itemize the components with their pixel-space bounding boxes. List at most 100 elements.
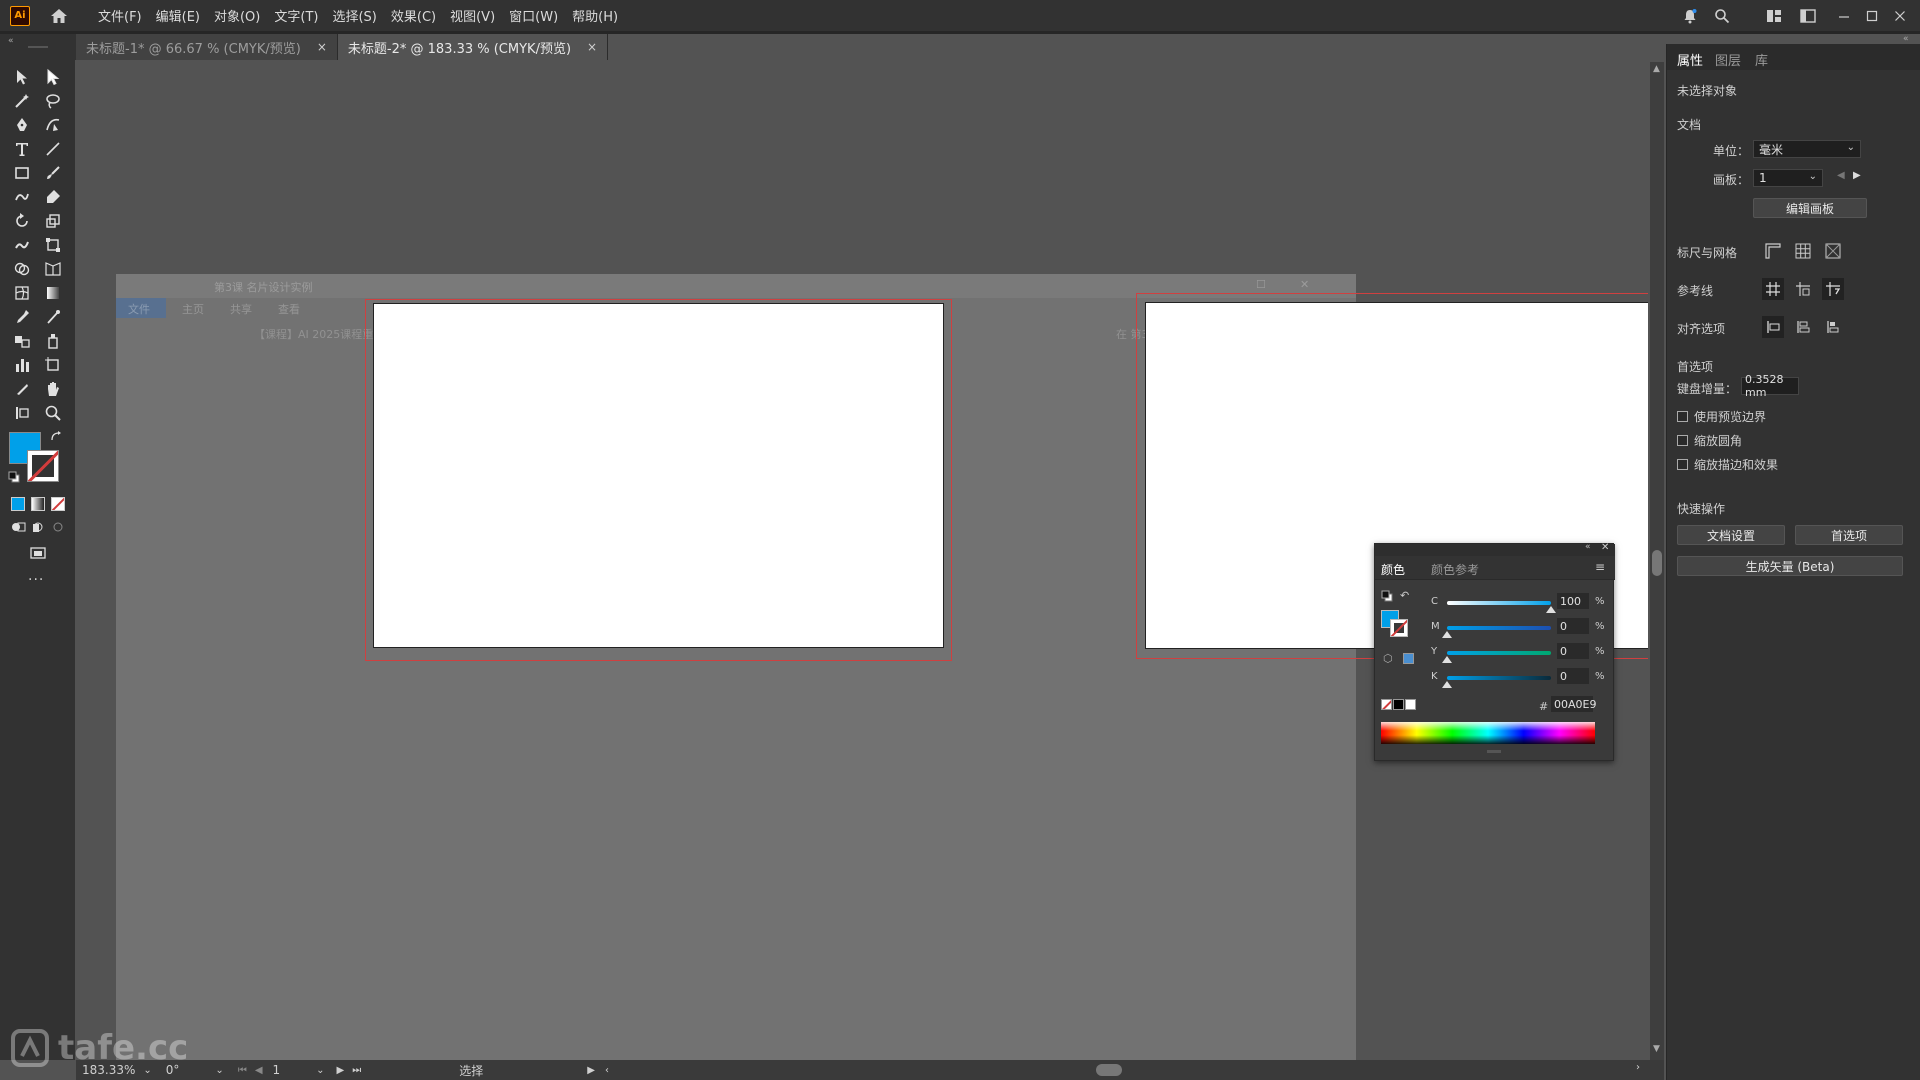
collapse-toolbar-icon[interactable]: « bbox=[8, 36, 14, 46]
slider-thumb[interactable] bbox=[1546, 606, 1556, 613]
shape-builder-tool-icon[interactable] bbox=[10, 258, 34, 280]
transparency-grid-icon[interactable] bbox=[1822, 240, 1844, 262]
color-spectrum-bar[interactable] bbox=[1381, 722, 1595, 744]
tab-properties[interactable]: 属性 bbox=[1677, 50, 1703, 69]
direct-selection-tool-icon[interactable] bbox=[41, 66, 65, 88]
free-transform-tool-icon[interactable] bbox=[41, 234, 65, 256]
generate-vectors-button[interactable]: 生成矢量 (Beta) bbox=[1677, 556, 1903, 576]
menu-file[interactable]: 文件(F) bbox=[98, 6, 142, 25]
menu-edit[interactable]: 编辑(E) bbox=[156, 6, 200, 25]
eyedropper-tool-icon[interactable] bbox=[10, 306, 34, 328]
checkbox-box[interactable] bbox=[1677, 435, 1688, 446]
default-colors-icon[interactable] bbox=[1381, 590, 1393, 605]
web-safe-color-swatch[interactable] bbox=[1403, 653, 1414, 664]
scroll-right-icon[interactable]: › bbox=[1636, 1062, 1640, 1073]
previous-artboard-icon[interactable]: ◀ bbox=[255, 1065, 263, 1076]
selection-tool-icon[interactable] bbox=[10, 66, 34, 88]
pen-tool-icon[interactable] bbox=[10, 114, 34, 136]
checkbox-box[interactable] bbox=[1677, 411, 1688, 422]
menu-view[interactable]: 视图(V) bbox=[450, 6, 495, 25]
artboard-tool-icon[interactable] bbox=[41, 354, 65, 376]
scale-corners-checkbox[interactable]: 缩放圆角 bbox=[1677, 432, 1742, 449]
eraser-tool-icon[interactable] bbox=[41, 186, 65, 208]
first-artboard-icon[interactable]: ⏮ bbox=[238, 1065, 247, 1076]
notification-bell-icon[interactable] bbox=[1680, 6, 1700, 26]
scroll-down-icon[interactable]: ▼ bbox=[1653, 1044, 1660, 1054]
scroll-up-icon[interactable]: ▲ bbox=[1653, 64, 1660, 74]
scale-strokes-effects-checkbox[interactable]: 缩放描边和效果 bbox=[1677, 456, 1778, 473]
rulers-icon[interactable] bbox=[1762, 240, 1784, 262]
swap-fill-stroke-icon[interactable] bbox=[50, 431, 62, 446]
maximize-icon[interactable] bbox=[1862, 6, 1882, 26]
menu-object[interactable]: 对象(O) bbox=[214, 6, 260, 25]
grid-icon[interactable] bbox=[1792, 240, 1814, 262]
tab-libraries[interactable]: 库 bbox=[1755, 50, 1768, 69]
arrange-documents-icon[interactable] bbox=[1798, 6, 1818, 26]
gradient-tool-icon[interactable] bbox=[41, 282, 65, 304]
screen-mode-icon[interactable] bbox=[26, 542, 50, 564]
default-fill-stroke-icon[interactable] bbox=[8, 471, 20, 486]
tab-layers[interactable]: 图层 bbox=[1715, 50, 1741, 69]
lasso-tool-icon[interactable] bbox=[41, 90, 65, 112]
slider-track[interactable] bbox=[1447, 651, 1551, 655]
print-tiling-tool-icon[interactable] bbox=[10, 402, 34, 424]
yellow-value-input[interactable]: 0 bbox=[1557, 643, 1589, 659]
line-segment-tool-icon[interactable] bbox=[41, 138, 65, 160]
artboard-1[interactable] bbox=[373, 303, 944, 648]
smart-guides-icon[interactable] bbox=[1792, 278, 1814, 300]
preferences-button[interactable]: 首选项 bbox=[1795, 525, 1903, 545]
color-mode-icon[interactable] bbox=[11, 497, 25, 511]
menu-window[interactable]: 窗口(W) bbox=[509, 6, 558, 25]
toolbar-grip[interactable] bbox=[28, 46, 48, 48]
close-window-icon[interactable] bbox=[1890, 6, 1910, 26]
menu-select[interactable]: 选择(S) bbox=[332, 6, 376, 25]
slider-track[interactable] bbox=[1447, 626, 1551, 630]
rotate-tool-icon[interactable] bbox=[10, 210, 34, 232]
perspective-grid-tool-icon[interactable] bbox=[41, 258, 65, 280]
swap-colors-icon[interactable]: ↶ bbox=[1400, 589, 1409, 602]
expand-panel-icon[interactable]: « bbox=[1903, 34, 1909, 44]
type-tool-icon[interactable] bbox=[10, 138, 34, 160]
slider-thumb[interactable] bbox=[1442, 631, 1452, 638]
edit-artboards-button[interactable]: 编辑画板 bbox=[1753, 198, 1867, 218]
measure-tool-icon[interactable] bbox=[41, 306, 65, 328]
align-to-key-object-icon[interactable] bbox=[1792, 316, 1814, 338]
search-icon[interactable] bbox=[1712, 6, 1732, 26]
menu-effect[interactable]: 效果(C) bbox=[391, 6, 436, 25]
none-mode-icon[interactable] bbox=[51, 497, 65, 511]
paintbrush-tool-icon[interactable] bbox=[41, 162, 65, 184]
slider-track[interactable] bbox=[1447, 676, 1551, 680]
cyan-value-input[interactable]: 100 bbox=[1557, 593, 1589, 609]
lock-guides-icon[interactable] bbox=[1822, 278, 1844, 300]
home-icon[interactable] bbox=[48, 5, 70, 27]
symbol-sprayer-tool-icon[interactable] bbox=[41, 330, 65, 352]
slice-tool-icon[interactable] bbox=[10, 378, 34, 400]
magic-wand-tool-icon[interactable] bbox=[10, 90, 34, 112]
magenta-value-input[interactable]: 0 bbox=[1557, 618, 1589, 634]
black-value-input[interactable]: 0 bbox=[1557, 668, 1589, 684]
mesh-tool-icon[interactable] bbox=[10, 282, 34, 304]
artboard-number[interactable]: 1 bbox=[273, 1063, 281, 1077]
previous-artboard-icon[interactable]: ◀ bbox=[1837, 170, 1845, 181]
align-to-artboard-icon[interactable] bbox=[1822, 316, 1844, 338]
out-of-gamut-icon[interactable]: ⬡ bbox=[1383, 652, 1393, 665]
next-artboard-icon[interactable]: ▶ bbox=[337, 1065, 345, 1076]
edit-toolbar-icon[interactable]: ··· bbox=[28, 572, 44, 588]
canvas[interactable]: 第3课 名片设计实例 ☐ ✕ 文件 主页 共享 查看 【课程】AI 2025课程… bbox=[76, 62, 1648, 1060]
close-panel-icon[interactable]: ✕ bbox=[1601, 542, 1609, 553]
blend-tool-icon[interactable] bbox=[10, 330, 34, 352]
chevron-down-icon[interactable]: ⌄ bbox=[215, 1065, 223, 1076]
next-artboard-icon[interactable]: ▶ bbox=[1853, 170, 1861, 181]
tab-color-guide[interactable]: 颜色参考 bbox=[1431, 561, 1479, 578]
vertical-scroll-thumb[interactable] bbox=[1652, 550, 1662, 576]
column-graph-tool-icon[interactable] bbox=[10, 354, 34, 376]
scale-tool-icon[interactable] bbox=[41, 210, 65, 232]
menu-help[interactable]: 帮助(H) bbox=[572, 6, 618, 25]
horizontal-scroll-thumb[interactable] bbox=[1096, 1064, 1122, 1076]
white-swatch[interactable] bbox=[1405, 699, 1416, 710]
tab-color[interactable]: 颜色 bbox=[1381, 561, 1405, 578]
slider-thumb[interactable] bbox=[1442, 656, 1452, 663]
panel-menu-icon[interactable]: ≡ bbox=[1595, 560, 1605, 574]
close-icon[interactable]: × bbox=[587, 40, 597, 54]
scroll-left-icon[interactable]: ‹ bbox=[605, 1065, 609, 1076]
